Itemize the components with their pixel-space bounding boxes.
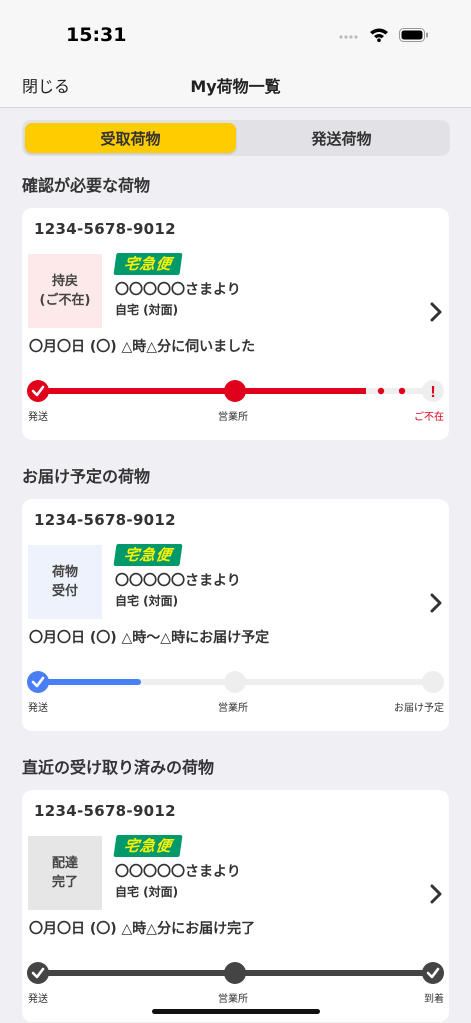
progress-track: [27, 671, 444, 693]
takkyubin-logo: 宅急便: [113, 835, 183, 857]
done-step-marker: [27, 380, 49, 402]
section-title-scheduled: お届け予定の荷物: [22, 467, 151, 486]
status-line: 完了: [51, 875, 78, 890]
step-label: 発送: [28, 412, 48, 423]
package-card-1[interactable]: 1234-5678-9012 持戻 (ご不在) 宅急便 〇〇〇〇〇さまより 自宅…: [22, 208, 449, 440]
status-message: 〇月〇日 (〇) △時〜△時にお届け予定: [29, 630, 270, 646]
step-label: 発送: [28, 703, 48, 714]
section-title-recently-received: 直近の受け取り済みの荷物: [22, 758, 215, 777]
done-step-marker: [27, 671, 49, 693]
step-label: ご不在: [414, 412, 444, 423]
status-line: 荷物: [51, 565, 78, 580]
status-line: 配達: [51, 856, 78, 871]
chevron-right-icon: [430, 593, 442, 613]
delivery-type: 自宅 (対面): [115, 303, 179, 317]
tab-received[interactable]: 受取荷物: [25, 123, 236, 153]
done-step-marker: [422, 962, 444, 984]
status-line: 受付: [51, 584, 78, 599]
current-step-marker: [224, 962, 246, 984]
done-step-marker: [27, 962, 49, 984]
tab-sent[interactable]: 発送荷物: [236, 123, 447, 153]
progress-track: !: [27, 380, 444, 402]
delivery-type: 自宅 (対面): [115, 594, 179, 608]
chevron-right-icon: [430, 302, 442, 322]
home-indicator: [152, 1009, 320, 1014]
status-line: (ご不在): [39, 293, 91, 308]
step-label: 到着: [424, 994, 444, 1005]
tracking-number: 1234-5678-9012: [34, 511, 176, 529]
takkyubin-logo: 宅急便: [113, 253, 183, 275]
sender-name: 〇〇〇〇〇さまより: [115, 573, 241, 589]
status-line: 持戻: [51, 274, 78, 289]
takkyubin-logo: 宅急便: [113, 544, 183, 566]
status-box: 荷物 受付: [28, 545, 102, 619]
segmented-control: 受取荷物 発送荷物: [22, 120, 450, 156]
package-card-2[interactable]: 1234-5678-9012 荷物 受付 宅急便 〇〇〇〇〇さまより 自宅 (対…: [22, 499, 449, 731]
status-icons: [339, 27, 429, 46]
status-time: 15:31: [66, 24, 127, 46]
pending-step-marker: [422, 671, 444, 693]
progress-dot: [398, 387, 406, 395]
section-title-needs-confirmation: 確認が必要な荷物: [22, 176, 151, 195]
wifi-icon: [369, 27, 389, 46]
sender-name: 〇〇〇〇〇さまより: [115, 282, 241, 298]
status-box: 持戻 (ご不在): [28, 254, 102, 328]
status-message: 〇月〇日 (〇) △時△分に伺いました: [29, 339, 256, 355]
status-box: 配達 完了: [28, 836, 102, 910]
battery-icon: [399, 27, 429, 46]
step-label: 営業所: [218, 994, 248, 1005]
navigation-bar: 閉じる My荷物一覧: [0, 56, 471, 108]
page-title: My荷物一覧: [190, 77, 281, 96]
delivery-type: 自宅 (対面): [115, 885, 179, 899]
step-label: お届け予定: [394, 703, 444, 714]
pending-step-marker: [224, 671, 246, 693]
step-label: 営業所: [218, 703, 248, 714]
status-message: 〇月〇日 (〇) △時△分にお届け完了: [29, 921, 256, 937]
signal-icon: [339, 27, 359, 46]
sender-name: 〇〇〇〇〇さまより: [115, 864, 241, 880]
step-label: 発送: [28, 994, 48, 1005]
package-card-3[interactable]: 1234-5678-9012 配達 完了 宅急便 〇〇〇〇〇さまより 自宅 (対…: [22, 790, 449, 1022]
tracking-number: 1234-5678-9012: [34, 802, 176, 820]
progress-dot: [377, 387, 385, 395]
step-label: 営業所: [218, 412, 248, 423]
tracking-number: 1234-5678-9012: [34, 220, 176, 238]
progress-track: [27, 962, 444, 984]
chevron-right-icon: [430, 884, 442, 904]
current-step-marker: [224, 380, 246, 402]
alert-exclamation-icon: !: [430, 384, 435, 401]
